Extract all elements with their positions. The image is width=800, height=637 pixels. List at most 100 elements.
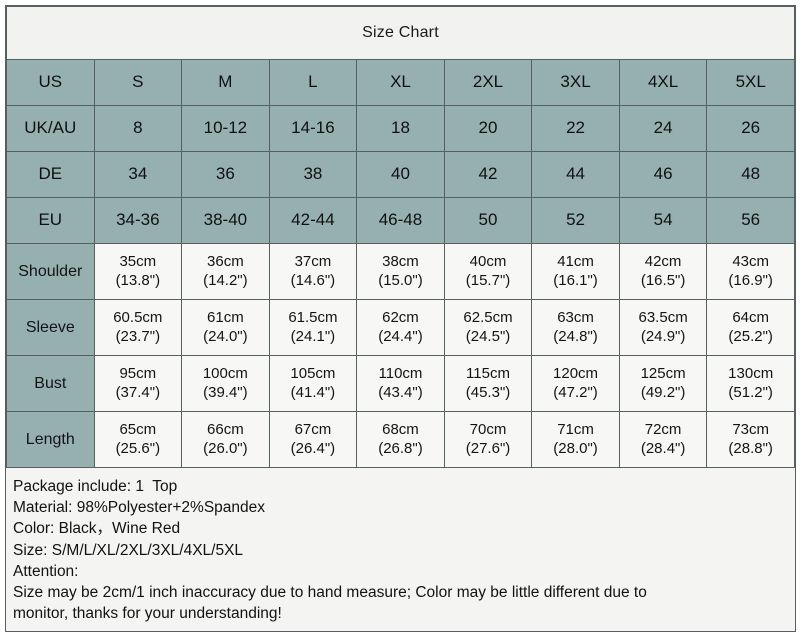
cell: 42cm (16.5") bbox=[618, 243, 708, 300]
cell: 61.5cm (24.1") bbox=[268, 299, 358, 356]
cell: 62.5cm (24.5") bbox=[443, 299, 533, 356]
cell-value-inch: (25.6") bbox=[115, 439, 161, 457]
size-chart-panel: Size Chart US S M L XL 2XL 3XL 4XL 5XL UK/AU 8 10-1… bbox=[5, 5, 796, 632]
size-chart-table-body: Size Chart bbox=[6, 6, 795, 60]
cell: 120cm (47.2") bbox=[531, 355, 620, 412]
row-header-uk-au: UK/AU bbox=[6, 105, 95, 152]
cell-value-inch: (16.1") bbox=[553, 271, 598, 289]
cell: 52 bbox=[531, 197, 620, 244]
cell-value-cm: 67cm bbox=[294, 421, 332, 439]
cell: 34-36 bbox=[93, 197, 183, 244]
cell-value-cm: 62cm bbox=[382, 309, 419, 327]
cell-value-cm: 62.5cm bbox=[463, 309, 513, 327]
cell: 2XL bbox=[443, 59, 533, 106]
cell: 41cm (16.1") bbox=[531, 243, 620, 300]
cell: 40 bbox=[356, 151, 445, 198]
cell: 20 bbox=[443, 105, 533, 152]
cell: 46 bbox=[618, 151, 708, 198]
cell-value-cm: 115cm bbox=[466, 365, 510, 383]
cell-value-cm: 61.5cm bbox=[288, 309, 338, 327]
cell: 100cm (39.4") bbox=[181, 355, 270, 412]
cell: 42 bbox=[443, 151, 533, 198]
note-line: Size: S/M/L/XL/2XL/3XL/4XL/5XL bbox=[13, 541, 244, 559]
cell-value-inch: (16.5") bbox=[640, 271, 686, 289]
note-line: Package include: 1 Top bbox=[13, 478, 178, 495]
row-header-shoulder: Shoulder bbox=[6, 243, 95, 300]
cell-value-inch: (14.2") bbox=[203, 271, 248, 289]
cell: 60.5cm (23.7") bbox=[93, 299, 183, 356]
cell: 110cm (43.4") bbox=[356, 355, 445, 412]
cell: 14-16 bbox=[268, 105, 358, 152]
note-line: Color: Black，Wine Red bbox=[13, 520, 181, 538]
notes-list: Package include: 1 Top Material: 98%Polye… bbox=[13, 476, 788, 625]
row-header-eu: EU bbox=[6, 197, 95, 244]
cell: 44 bbox=[531, 151, 620, 198]
cell-value-cm: 70cm bbox=[469, 421, 507, 439]
row-header-de: DE bbox=[6, 151, 95, 198]
cell: 95cm (37.4") bbox=[93, 355, 183, 412]
cell: 36cm (14.2") bbox=[181, 243, 270, 300]
cell-value-cm: 43cm bbox=[732, 253, 770, 271]
measurement-rows: Shoulder 35cm (13.8") 36cm (14.2") 37cm (14.6"… bbox=[6, 243, 795, 468]
cell: 66cm (26.0") bbox=[181, 411, 270, 468]
cell-value-inch: (51.2") bbox=[728, 383, 773, 401]
cell: 56 bbox=[706, 197, 795, 244]
cell-value-cm: 95cm bbox=[119, 365, 157, 383]
size-chart-page: Size Chart US S M L XL 2XL 3XL 4XL 5XL UK/AU 8 10-1… bbox=[0, 0, 800, 637]
cell-value-inch: (16.9") bbox=[728, 271, 773, 289]
cell: 64cm (25.2") bbox=[706, 299, 795, 356]
table-row: EU 34-36 38-40 42-44 46-48 50 52 54 56 bbox=[6, 197, 795, 244]
cell: 22 bbox=[531, 105, 620, 152]
cell-value-inch: (24.0") bbox=[203, 327, 248, 345]
cell: 38 bbox=[268, 151, 358, 198]
cell-value-inch: (41.4") bbox=[290, 383, 336, 401]
cell-value-cm: 71cm bbox=[557, 421, 594, 439]
cell: M bbox=[181, 59, 270, 106]
cell-value-cm: 64cm bbox=[732, 309, 770, 327]
cell-value-cm: 38cm bbox=[382, 253, 419, 271]
cell: 37cm (14.6") bbox=[268, 243, 358, 300]
cell-value-inch: (24.8") bbox=[553, 327, 598, 345]
cell: 42-44 bbox=[268, 197, 358, 244]
cell-value-cm: 36cm bbox=[207, 253, 244, 271]
note-line: Size may be 2cm/1 inch inaccuracy due to… bbox=[13, 584, 647, 602]
cell: 38-40 bbox=[181, 197, 270, 244]
cell: 63cm (24.8") bbox=[531, 299, 620, 356]
cell-value-inch: (27.6") bbox=[465, 439, 511, 457]
row-header-us: US bbox=[6, 59, 95, 106]
row-header-sleeve: Sleeve bbox=[6, 299, 95, 356]
cell-value-cm: 61cm bbox=[207, 309, 244, 327]
note-line: Material: 98%Polyester+2%Spandex bbox=[13, 499, 266, 517]
page-title: Size Chart bbox=[6, 6, 795, 60]
cell-value-cm: 66cm bbox=[207, 421, 244, 439]
cell-value-cm: 72cm bbox=[644, 421, 682, 439]
cell: 125cm (49.2") bbox=[618, 355, 708, 412]
cell-value-inch: (39.4") bbox=[203, 383, 248, 401]
cell-value-inch: (26.4") bbox=[290, 439, 336, 457]
cell: 3XL bbox=[531, 59, 620, 106]
row-header-length: Length bbox=[6, 411, 95, 468]
cell: 38cm (15.0") bbox=[356, 243, 445, 300]
cell: 34 bbox=[93, 151, 183, 198]
cell-value-inch: (24.4") bbox=[378, 327, 423, 345]
cell-value-cm: 37cm bbox=[294, 253, 332, 271]
size-chart-table: Size Chart US S M L XL 2XL 3XL 4XL 5XL UK/AU 8 10-1… bbox=[6, 6, 795, 468]
cell: 62cm (24.4") bbox=[356, 299, 445, 356]
note-line: monitor, thanks for your understanding! bbox=[13, 605, 282, 623]
cell-value-inch: (25.2") bbox=[728, 327, 773, 345]
cell: XL bbox=[356, 59, 445, 106]
cell-value-cm: 65cm bbox=[119, 421, 157, 439]
cell-value-cm: 73cm bbox=[732, 421, 770, 439]
cell: 71cm (28.0") bbox=[531, 411, 620, 468]
cell: 8 bbox=[93, 105, 183, 152]
cell-value-inch: (47.2") bbox=[553, 383, 598, 401]
cell: 50 bbox=[443, 197, 533, 244]
cell: 43cm (16.9") bbox=[706, 243, 795, 300]
cell: 130cm (51.2") bbox=[706, 355, 795, 412]
cell: 26 bbox=[706, 105, 795, 152]
cell: 115cm (45.3") bbox=[443, 355, 533, 412]
table-row: Sleeve 60.5cm (23.7") 61cm (24.0") 61.5cm (24.… bbox=[6, 299, 795, 356]
notes-block: Package include: 1 Top Material: 98%Polye… bbox=[6, 468, 795, 631]
cell-value-inch: (45.3") bbox=[465, 383, 511, 401]
cell-value-inch: (43.4") bbox=[378, 383, 423, 401]
